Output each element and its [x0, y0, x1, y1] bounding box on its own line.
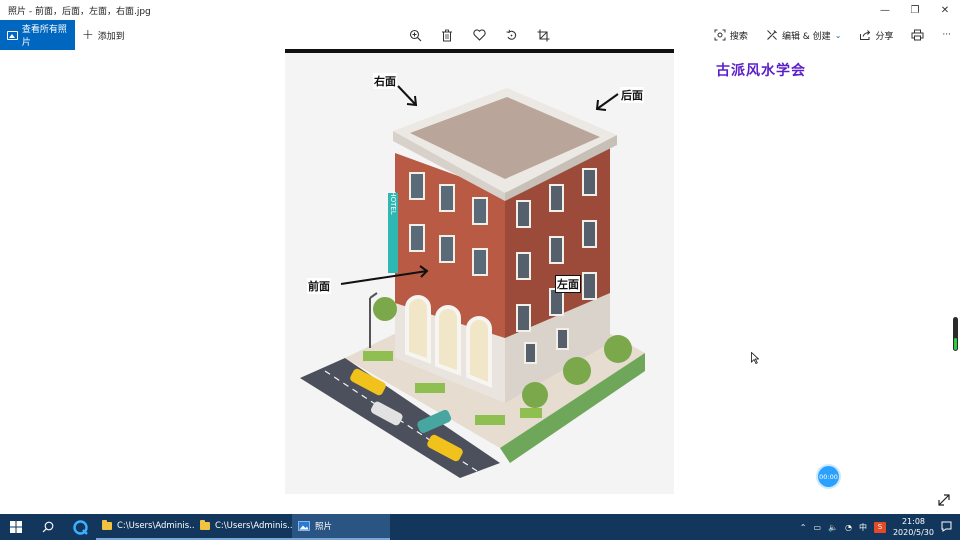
taskbar-app-explorer-1[interactable]: C:\Users\Adminis... — [96, 514, 194, 540]
mouse-cursor-icon — [751, 352, 759, 364]
clock-date: 2020/5/30 — [892, 528, 934, 537]
taskbar-search-button[interactable] — [32, 514, 64, 540]
zoom-in-button[interactable] — [405, 25, 425, 45]
crop-button[interactable] — [533, 25, 553, 45]
clock-time: 21:08 — [901, 517, 926, 526]
network-icon[interactable]: ▭ — [813, 523, 821, 532]
ime-badge-icon[interactable]: S — [873, 521, 886, 533]
action-center-icon — [941, 521, 952, 532]
volume-icon[interactable]: 🔈 — [828, 523, 838, 532]
window-title: 照片 - 前面，后面，左面，右面.jpg — [8, 6, 151, 17]
society-watermark-text: 古派风水学会 — [716, 63, 806, 79]
taskbar-app-label: C:\Users\Adminis... — [117, 521, 194, 531]
taskbar-app-label: C:\Users\Adminis... — [215, 521, 292, 531]
notifications-icon[interactable] — [941, 521, 952, 534]
print-button[interactable] — [902, 20, 933, 50]
search-icon — [42, 521, 54, 533]
hotel-sign: HOTEL — [389, 191, 397, 214]
taskbar-app-photos[interactable]: 照片 — [292, 514, 390, 540]
close-button[interactable]: ✕ — [930, 0, 960, 20]
browser-icon — [72, 519, 88, 535]
edit-icon — [767, 30, 777, 40]
more-options-button[interactable]: ··· — [933, 20, 960, 50]
scroll-indicator — [954, 338, 957, 350]
crop-icon — [537, 29, 549, 41]
front-face-label: 前面 — [307, 278, 331, 294]
recording-timer[interactable]: 00:00 — [818, 466, 839, 487]
clock[interactable]: 21:08 2020/5/30 — [893, 516, 934, 538]
rotate-button[interactable] — [501, 25, 521, 45]
trash-icon — [442, 29, 452, 41]
taskbar-app-label: 照片 — [315, 522, 333, 532]
delete-button[interactable] — [437, 25, 457, 45]
back-face-label: 后面 — [620, 87, 644, 103]
restore-button[interactable]: ❐ — [900, 0, 930, 20]
share-button[interactable]: 分享 — [850, 20, 902, 50]
see-all-photos-button[interactable]: 查看所有照片 — [0, 20, 75, 50]
minimize-button[interactable]: — — [870, 0, 900, 20]
folder-icon — [200, 520, 210, 530]
heart-icon — [472, 29, 486, 41]
building-illustration: HOTEL — [300, 85, 645, 478]
toolbar: 查看所有照片 + 添加到 搜索 编辑 & 创建 ⌄ 分享 ··· — [0, 20, 960, 50]
title-bar: 照片 - 前面，后面，左面，右面.jpg — ❐ ✕ — [0, 0, 960, 20]
plus-icon: + — [82, 27, 94, 43]
folder-icon — [102, 520, 112, 530]
start-button[interactable] — [0, 514, 32, 540]
zoom-in-icon — [409, 29, 421, 41]
fullscreen-icon[interactable] — [937, 493, 951, 507]
edit-create-button[interactable]: 编辑 & 创建 ⌄ — [757, 20, 850, 50]
show-hidden-icons-chevron-up-icon[interactable]: ⌃ — [800, 523, 807, 532]
edit-create-label: 编辑 & 创建 — [781, 31, 831, 42]
search-label: 搜索 — [729, 31, 748, 42]
browser-button[interactable] — [64, 514, 96, 540]
photos-app-window: 照片 - 前面，后面，左面，右面.jpg — ❐ ✕ 查看所有照片 + 添加到 — [0, 0, 960, 540]
rotate-icon — [505, 29, 516, 40]
taskbar-app-explorer-2[interactable]: C:\Users\Adminis... — [194, 514, 292, 540]
taskbar: C:\Users\Adminis... C:\Users\Adminis... … — [0, 514, 960, 540]
wifi-icon[interactable]: ◔ — [845, 523, 852, 532]
chevron-down-icon: ⌄ — [834, 30, 842, 40]
center-tools — [405, 20, 553, 50]
right-tools: 搜索 编辑 & 创建 ⌄ 分享 ··· — [705, 20, 960, 50]
photo-viewer[interactable]: HOTEL 右面 后面 前面 左面 — [285, 49, 674, 494]
system-tray: ⌃ ▭ 🔈 ◔ 中 S 21:08 2020/5/30 — [800, 514, 960, 540]
photos-app-icon — [298, 521, 310, 531]
photo-icon — [7, 30, 18, 40]
add-to-button[interactable]: + 添加到 — [82, 20, 125, 50]
left-face-label: 左面 — [555, 275, 581, 293]
printer-icon — [911, 29, 924, 41]
favorite-button[interactable] — [469, 25, 489, 45]
search-button[interactable]: 搜索 — [705, 20, 757, 50]
add-to-label: 添加到 — [97, 31, 125, 42]
see-all-photos-label: 查看所有照片 — [21, 25, 67, 48]
visual-search-icon — [714, 29, 726, 41]
right-face-label: 右面 — [373, 73, 397, 89]
share-label: 分享 — [875, 31, 894, 42]
windows-logo-icon — [10, 521, 22, 533]
share-icon — [860, 30, 871, 40]
input-mode-indicator[interactable]: 中 — [859, 522, 867, 533]
